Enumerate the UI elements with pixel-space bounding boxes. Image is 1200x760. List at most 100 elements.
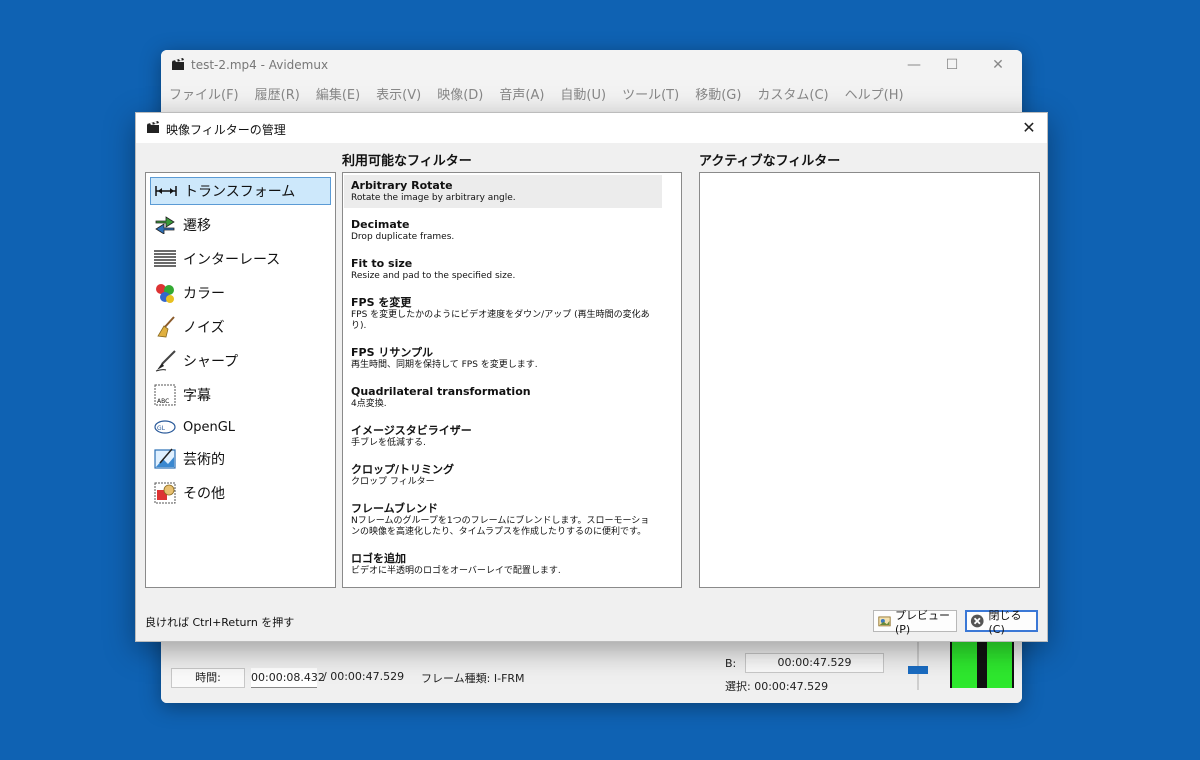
current-time-field[interactable]: 00:00:08.432	[251, 668, 325, 688]
filter-name: Arbitrary Rotate	[351, 179, 453, 192]
filter-name: FPS を変更	[351, 296, 412, 309]
dialog-close-icon[interactable]: ✕	[1015, 116, 1043, 140]
filter-name: フレームブレンド	[351, 502, 439, 515]
sharp-brush-icon	[153, 350, 177, 372]
preview-button-label: プレビュー(P)	[894, 608, 950, 636]
clapperboard-icon	[147, 121, 159, 133]
maximize-icon[interactable]: ☐	[934, 54, 970, 76]
menu-video[interactable]: 映像(D)	[437, 80, 491, 106]
noise-broom-icon	[153, 316, 177, 338]
filter-description: Nフレームのグループを1つのフレームにブレンドします。スローモーションの映像を高…	[351, 516, 650, 537]
filter-description: FPS を変更したかのようにビデオ速度をダウン/アップ (再生時間の変化あり).	[351, 310, 650, 331]
subtitle-icon: ABC	[153, 384, 177, 406]
total-time-label: / 00:00:47.529	[323, 670, 405, 683]
category-label: 芸術的	[183, 452, 225, 468]
category-label: カラー	[183, 286, 225, 302]
menu-history[interactable]: 履歴(R)	[255, 80, 308, 106]
menu-tools[interactable]: ツール(T)	[622, 80, 687, 106]
filter-item[interactable]: Decimate Drop duplicate frames.	[344, 214, 662, 247]
menu-go[interactable]: 移動(G)	[695, 80, 749, 106]
filter-description: 4点変換.	[351, 399, 387, 409]
menu-help[interactable]: ヘルプ(H)	[845, 80, 912, 106]
category-label: 遷移	[183, 218, 211, 234]
close-window-icon[interactable]: ✕	[980, 54, 1016, 76]
available-filters-list: Arbitrary Rotate Rotate the image by arb…	[342, 172, 682, 588]
filter-description: 手ブレを低減する.	[351, 438, 426, 448]
filter-item[interactable]: クロップ/トリミング クロップ フィルター	[344, 459, 662, 492]
marker-b-button[interactable]: 00:00:47.529	[745, 653, 884, 673]
main-window-title: test-2.mp4 - Avidemux	[191, 58, 329, 72]
close-circle-icon	[970, 614, 984, 628]
category-artistic[interactable]: 芸術的	[150, 445, 331, 473]
filter-description: Drop duplicate frames.	[351, 232, 455, 242]
category-misc[interactable]: その他	[150, 479, 331, 507]
time-button[interactable]: 時間:	[171, 668, 245, 688]
close-button-label: 閉じる(C)	[988, 608, 1022, 636]
video-filter-manager-dialog: 映像フィルターの管理 ✕ トランスフォーム 遷移 インターレース カラー ノイズ…	[135, 112, 1048, 642]
clapperboard-icon	[172, 58, 184, 70]
filter-description: 再生時間、同期を保持して FPS を変更します.	[351, 360, 538, 370]
color-icon	[153, 282, 177, 304]
category-label: ノイズ	[183, 320, 225, 336]
filter-description: Rotate the image by arbitrary angle.	[351, 193, 516, 203]
menu-custom[interactable]: カスタム(C)	[757, 80, 836, 106]
menu-bar: ファイル(F) 履歴(R) 編集(E) 表示(V) 映像(D) 音声(A) 自動…	[161, 80, 1022, 106]
menu-edit[interactable]: 編集(E)	[316, 80, 368, 106]
marker-b-label: B:	[725, 657, 737, 670]
category-label: インターレース	[183, 252, 281, 268]
keyboard-hint: 良ければ Ctrl+Return を押す	[145, 616, 295, 629]
menu-audio[interactable]: 音声(A)	[499, 80, 552, 106]
filter-item[interactable]: フレームブレンド Nフレームのグループを1つのフレームにブレンドします。スローモ…	[344, 498, 662, 542]
opengl-icon: GL	[153, 416, 177, 438]
menu-view[interactable]: 表示(V)	[376, 80, 429, 106]
filter-name: Decimate	[351, 218, 410, 231]
category-sharp[interactable]: シャープ	[150, 347, 331, 375]
category-interlace[interactable]: インターレース	[150, 245, 331, 273]
active-filters-heading: アクティブなフィルター	[699, 154, 841, 169]
category-opengl[interactable]: GL OpenGL	[150, 413, 331, 441]
filter-name: Fit to size	[351, 257, 413, 270]
filter-description: クロップ フィルター	[351, 477, 435, 487]
transition-icon	[153, 214, 177, 236]
category-noise[interactable]: ノイズ	[150, 313, 331, 341]
volume-slider-handle[interactable]	[908, 666, 928, 674]
active-filters-list[interactable]	[699, 172, 1040, 588]
menu-auto[interactable]: 自動(U)	[560, 80, 614, 106]
artistic-icon	[153, 448, 177, 470]
svg-text:GL: GL	[157, 425, 166, 432]
category-transition[interactable]: 遷移	[150, 211, 331, 239]
filter-name: イメージスタビライザー	[351, 424, 472, 437]
filter-name: ロゴを追加	[351, 552, 406, 565]
category-label: その他	[183, 486, 225, 502]
svg-text:ABC: ABC	[157, 398, 169, 405]
filter-item[interactable]: ロゴを追加 ビデオに半透明のロゴをオーバーレイで配置します.	[344, 548, 662, 581]
dialog-title: 映像フィルターの管理	[166, 123, 286, 137]
filter-category-list: トランスフォーム 遷移 インターレース カラー ノイズ シャープ ABC 字幕 …	[145, 172, 336, 588]
filter-item[interactable]: FPS リサンプル 再生時間、同期を保持して FPS を変更します.	[344, 342, 662, 375]
category-subtitle[interactable]: ABC 字幕	[150, 381, 331, 409]
filter-name: Quadrilateral transformation	[351, 385, 531, 398]
dialog-titlebar: 映像フィルターの管理 ✕	[136, 113, 1047, 143]
filter-name: FPS リサンプル	[351, 346, 433, 359]
close-button[interactable]: 閉じる(C)	[965, 609, 1038, 636]
category-label: トランスフォーム	[184, 184, 296, 200]
minimize-icon[interactable]: —	[896, 54, 932, 76]
available-filters-heading: 利用可能なフィルター	[342, 154, 472, 169]
filter-item[interactable]: FPS を変更 FPS を変更したかのようにビデオ速度をダウン/アップ (再生時…	[344, 292, 662, 336]
category-label: シャープ	[183, 354, 239, 370]
category-color[interactable]: カラー	[150, 279, 331, 307]
filter-item[interactable]: Quadrilateral transformation 4点変換.	[344, 381, 662, 414]
filter-description: ビデオに半透明のロゴをオーバーレイで配置します.	[351, 566, 561, 576]
filter-item[interactable]: イメージスタビライザー 手ブレを低減する.	[344, 420, 662, 453]
frame-type-label: フレーム種類: I-FRM	[421, 672, 525, 685]
menu-file[interactable]: ファイル(F)	[169, 80, 247, 106]
main-titlebar: test-2.mp4 - Avidemux — ☐ ✕	[161, 50, 1022, 80]
filter-item[interactable]: Arbitrary Rotate Rotate the image by arb…	[344, 175, 662, 208]
category-transform[interactable]: トランスフォーム	[150, 177, 331, 205]
preview-image-icon	[878, 616, 891, 627]
transform-icon	[154, 180, 178, 202]
category-label: OpenGL	[183, 419, 236, 435]
selection-label: 選択: 00:00:47.529	[725, 680, 829, 693]
preview-button[interactable]: プレビュー(P)	[873, 609, 957, 636]
filter-item[interactable]: Fit to size Resize and pad to the specif…	[344, 253, 662, 286]
